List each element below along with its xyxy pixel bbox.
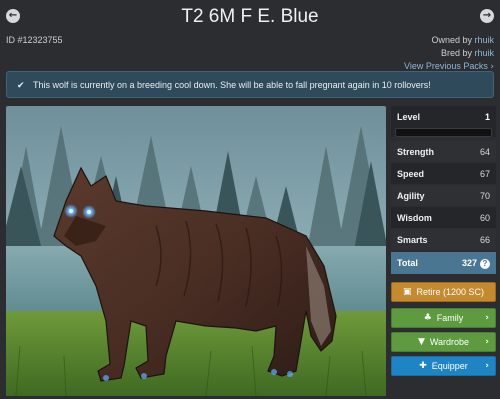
- wolf-image: [6, 106, 386, 396]
- level-label: Level: [397, 112, 421, 122]
- total-label: Total: [397, 258, 418, 268]
- stat-speed: Speed 67: [391, 163, 496, 185]
- retire-button[interactable]: ▣ Retire (1200 SC): [391, 282, 496, 302]
- tree-icon: ♣: [423, 313, 432, 323]
- total-value: 327: [461, 257, 477, 268]
- breeding-cooldown-notice: ✔ This wolf is currently on a breeding co…: [6, 71, 494, 98]
- stats-panel: Level 1 Strength 64 Speed 67 Agility 70 …: [391, 106, 496, 376]
- speed-value: 67: [479, 168, 490, 179]
- total-value-wrap: 327?: [462, 258, 490, 269]
- puzzle-icon: ✚: [419, 361, 427, 371]
- smarts-label: Smarts: [397, 234, 428, 245]
- shirt-icon: ▼: [417, 337, 425, 347]
- question-circle-icon[interactable]: ?: [480, 258, 490, 269]
- agility-label: Agility: [397, 190, 425, 201]
- wolf-id: ID #12323755: [6, 35, 63, 45]
- page-title: T2 6M F E. Blue: [181, 6, 319, 27]
- chevron-right-icon: ›: [485, 361, 489, 371]
- level-value: 1: [484, 112, 490, 122]
- stat-wisdom: Wisdom 60: [391, 207, 496, 229]
- wisdom-label: Wisdom: [397, 212, 432, 223]
- wardrobe-label: Wardrobe: [429, 337, 470, 347]
- strength-label: Strength: [397, 146, 434, 157]
- equipper-button[interactable]: ✚ Equipper ›: [391, 356, 496, 376]
- stat-agility: Agility 70: [391, 185, 496, 207]
- agility-value: 70: [479, 190, 490, 201]
- level-progress-bar: [395, 128, 492, 137]
- wisdom-value: 60: [479, 212, 490, 223]
- retire-label: Retire (1200 SC): [416, 287, 485, 297]
- strength-value: 64: [479, 146, 490, 157]
- breeder-link[interactable]: rhuik: [474, 48, 494, 58]
- chevron-right-icon: ›: [485, 313, 489, 323]
- family-button[interactable]: ♣ Family ›: [391, 308, 496, 328]
- level-row: Level 1: [391, 106, 496, 128]
- family-label: Family: [436, 313, 464, 323]
- equipper-label: Equipper: [431, 361, 468, 371]
- owned-by-label: Owned by: [431, 35, 472, 45]
- wardrobe-button[interactable]: ▼ Wardrobe ›: [391, 332, 496, 352]
- next-wolf-button[interactable]: →: [480, 9, 494, 23]
- chevron-right-icon: ›: [485, 337, 489, 347]
- speed-label: Speed: [397, 168, 425, 179]
- bred-by-label: Bred by: [440, 48, 472, 58]
- check-icon: ✔: [17, 81, 25, 91]
- notice-text: This wolf is currently on a breeding coo…: [33, 80, 431, 90]
- id-card-icon: ▣: [402, 287, 412, 297]
- stat-smarts: Smarts 66: [391, 229, 496, 251]
- circle-arrow-right-icon: →: [482, 10, 492, 21]
- stat-strength: Strength 64: [391, 141, 496, 163]
- stat-total: Total 327?: [391, 252, 496, 274]
- level-section: Level 1: [391, 106, 496, 137]
- owned-by: Owned by rhuik: [431, 35, 494, 45]
- bred-by: Bred by rhuik: [441, 48, 494, 58]
- owner-link[interactable]: rhuik: [474, 35, 494, 45]
- smarts-value: 66: [479, 234, 490, 245]
